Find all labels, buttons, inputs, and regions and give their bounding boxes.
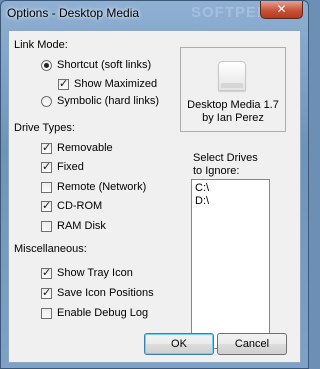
list-item[interactable]: D:\ (195, 195, 209, 207)
ignore-drives-label-line2: to Ignore: (193, 165, 240, 177)
ok-button[interactable]: OK (144, 333, 214, 355)
cancel-button[interactable]: Cancel (217, 333, 287, 355)
enable-debug-log-checkbox[interactable] (41, 308, 52, 319)
remote-network-label: Remote (Network) (57, 181, 147, 193)
list-item[interactable]: C:\ (195, 182, 209, 194)
miscellaneous-label: Miscellaneous: (14, 243, 87, 255)
show-maximized-label: Show Maximized (74, 78, 158, 90)
fixed-label: Fixed (57, 161, 84, 173)
ignore-drives-listbox[interactable]: C:\ D:\ (191, 179, 270, 349)
symbolic-label: Symbolic (hard links) (57, 95, 160, 107)
fixed-checkbox[interactable] (41, 160, 52, 173)
show-tray-icon-checkbox[interactable] (41, 266, 52, 279)
removable-checkbox[interactable] (41, 141, 52, 154)
shortcut-radio[interactable] (41, 60, 52, 71)
cd-rom-checkbox[interactable] (41, 199, 52, 212)
drive-types-label: Drive Types: (14, 122, 75, 134)
save-icon-positions-checkbox[interactable] (41, 286, 52, 299)
show-maximized-checkbox[interactable] (58, 77, 69, 90)
link-mode-label: Link Mode: (14, 39, 68, 51)
title-bar[interactable]: Options - Desktop Media SOFTPEDIA ✕ (1, 1, 308, 29)
removable-label: Removable (57, 142, 113, 154)
dialog-client-area: Link Mode: Shortcut (soft links) Show Ma… (8, 30, 301, 363)
show-tray-icon-label: Show Tray Icon (57, 267, 133, 279)
app-version-text: Desktop Media 1.7 (187, 99, 279, 111)
enable-debug-log-label: Enable Debug Log (57, 307, 149, 319)
shortcut-label: Shortcut (soft links) (57, 59, 152, 71)
cd-rom-label: CD-ROM (57, 200, 103, 212)
ram-disk-label: RAM Disk (57, 220, 106, 232)
about-box: Desktop Media 1.7 by Ian Perez (180, 47, 286, 132)
remote-network-checkbox[interactable] (41, 182, 52, 193)
save-icon-positions-label: Save Icon Positions (57, 287, 154, 299)
close-button[interactable]: ✕ (260, 1, 303, 19)
symbolic-radio[interactable] (41, 96, 52, 107)
ignore-drives-label-line1: Select Drives (193, 152, 258, 164)
window-title: Options - Desktop Media (7, 6, 140, 20)
options-dialog: Options - Desktop Media SOFTPEDIA ✕ Link… (0, 0, 309, 369)
drive-icon (218, 61, 246, 91)
ram-disk-checkbox[interactable] (41, 221, 52, 232)
app-author-text: by Ian Perez (202, 112, 264, 124)
